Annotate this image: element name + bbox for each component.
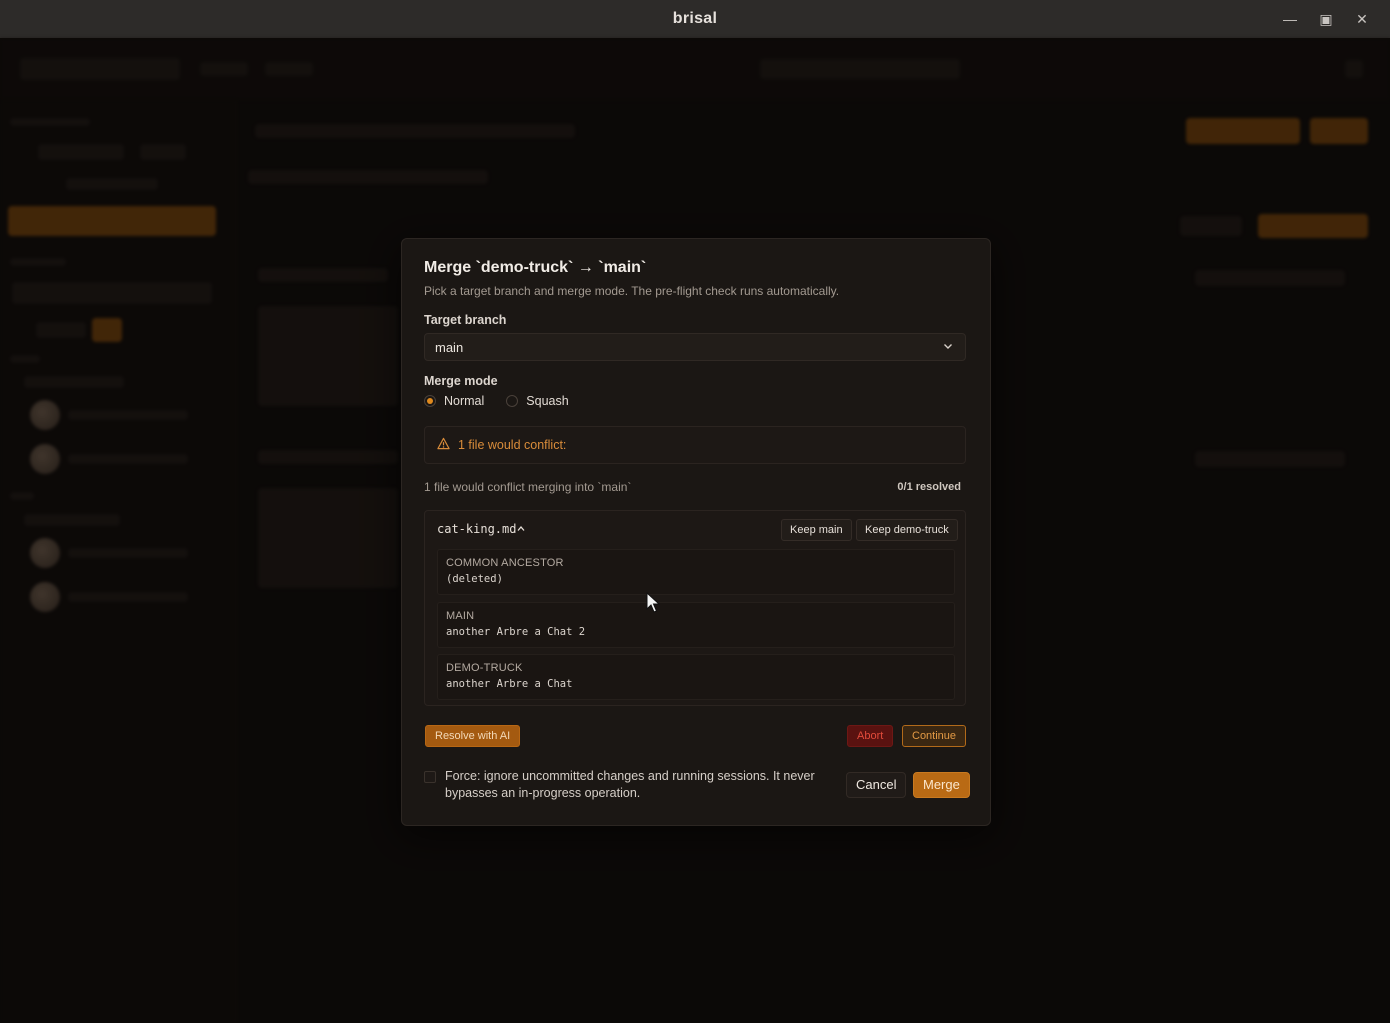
- maximize-icon[interactable]: ▣: [1317, 10, 1335, 28]
- merge-dialog: Merge `demo-truck` → `main` Pick a targe…: [401, 238, 991, 826]
- keep-main-button[interactable]: Keep main: [781, 519, 852, 541]
- warning-icon: [437, 437, 450, 453]
- version-content: (deleted): [446, 573, 503, 585]
- version-main: MAIN another Arbre a Chat 2: [437, 602, 955, 648]
- window-title: brisal: [672, 10, 718, 27]
- minimize-icon[interactable]: —: [1281, 10, 1299, 28]
- mode-squash-option[interactable]: Squash: [506, 394, 569, 408]
- target-branch-value: main: [435, 339, 464, 355]
- window-titlebar: brisal — ▣ ✕: [0, 0, 1390, 39]
- version-content: another Arbre a Chat: [446, 678, 573, 690]
- conflict-file-name: cat-king.md: [437, 522, 517, 536]
- conflict-warning: 1 file would conflict:: [424, 426, 966, 464]
- chevron-down-icon: [941, 340, 955, 354]
- merge-mode-label: Merge mode: [424, 374, 498, 388]
- version-header: COMMON ANCESTOR: [446, 557, 564, 569]
- keep-demo-truck-button[interactable]: Keep demo-truck: [856, 519, 958, 541]
- mode-normal-label: Normal: [444, 394, 485, 408]
- mode-normal-option[interactable]: Normal: [424, 394, 484, 408]
- warning-text: 1 file would conflict:: [458, 438, 567, 452]
- conflict-file-panel: cat-king.md Keep main Keep demo-truck CO…: [424, 510, 966, 706]
- force-label: Force: ignore uncommitted changes and ru…: [445, 769, 815, 800]
- merge-mode-group: Normal Squash: [424, 394, 583, 408]
- mode-squash-radio[interactable]: [506, 395, 519, 407]
- mouse-cursor-icon: [646, 591, 661, 614]
- version-header: DEMO-TRUCK: [446, 662, 523, 674]
- target-branch-label: Target branch: [424, 313, 507, 327]
- version-header: MAIN: [446, 610, 475, 622]
- chevron-up-icon[interactable]: [516, 522, 526, 536]
- dialog-subtitle: Pick a target branch and merge mode. The…: [424, 284, 840, 298]
- continue-button[interactable]: Continue: [902, 725, 967, 747]
- mode-squash-label: Squash: [526, 394, 569, 408]
- dialog-title: Merge `demo-truck` → `main`: [424, 259, 647, 276]
- cancel-button[interactable]: Cancel: [846, 772, 907, 798]
- merge-button[interactable]: Merge: [913, 772, 970, 798]
- version-common-ancestor: COMMON ANCESTOR (deleted): [437, 549, 955, 595]
- close-icon[interactable]: ✕: [1353, 10, 1371, 28]
- target-branch-select[interactable]: main: [424, 333, 966, 361]
- mode-normal-radio[interactable]: [424, 395, 436, 407]
- resolved-count: 0/1 resolved: [897, 481, 961, 493]
- force-checkbox[interactable]: [424, 771, 436, 783]
- resolve-with-ai-button[interactable]: Resolve with AI: [425, 725, 521, 747]
- version-demo-truck: DEMO-TRUCK another Arbre a Chat: [437, 654, 955, 700]
- version-content: another Arbre a Chat 2: [446, 626, 586, 638]
- conflict-file-header[interactable]: cat-king.md: [437, 522, 526, 536]
- conflict-summary: 1 file would conflict merging into `main…: [424, 480, 632, 494]
- abort-button[interactable]: Abort: [847, 725, 894, 747]
